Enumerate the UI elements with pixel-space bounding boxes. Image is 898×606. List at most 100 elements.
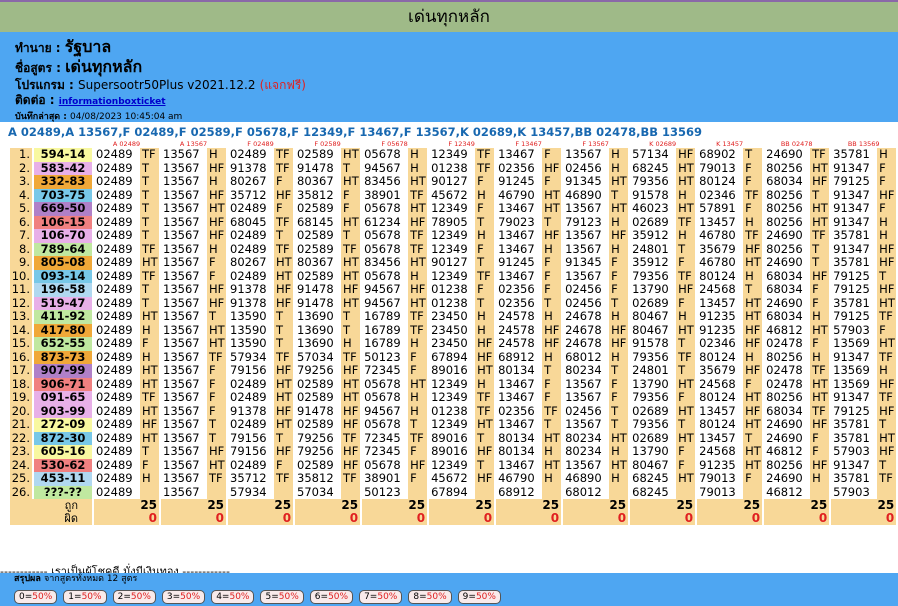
formula-digits: 79013 bbox=[697, 472, 742, 486]
formula-digits: 13467 bbox=[496, 242, 541, 256]
hit-tag: HT bbox=[341, 175, 361, 189]
formula-digits: 13567 bbox=[161, 472, 206, 486]
formula-digits: 68034 bbox=[764, 269, 809, 283]
formula-digits: 13567 bbox=[161, 229, 206, 243]
row-index: 18. bbox=[10, 377, 32, 391]
formula-digits: 02478 bbox=[764, 364, 809, 378]
digit-pill-2[interactable]: 2=50% bbox=[112, 590, 156, 604]
pill-percent: 50% bbox=[130, 592, 151, 602]
column-header: F 13567 bbox=[563, 140, 629, 148]
formula-digits: 89016 bbox=[429, 445, 474, 459]
table-row: 18. 906-71 02489 HT 13567 F 02489 HT 02589 HT 0567… bbox=[10, 377, 897, 391]
table-row: 2. 583-42 02489 T 13567 HF 91378 TF 91478 T 94567 H… bbox=[10, 161, 897, 175]
formula-digits: 02356 bbox=[496, 296, 541, 310]
hit-tag: H bbox=[877, 364, 897, 378]
formula-digits: 80467 bbox=[630, 310, 675, 324]
hit-tag: F bbox=[542, 269, 562, 283]
formula-digits: 13569 bbox=[831, 377, 876, 391]
hit-tag: F bbox=[877, 323, 897, 337]
digit-pill-4[interactable]: 4=50% bbox=[211, 590, 255, 604]
wrong-count: 0 bbox=[563, 512, 629, 525]
hit-tag: HT bbox=[676, 404, 696, 418]
digit-pill-6[interactable]: 6=50% bbox=[309, 590, 354, 604]
formula-digits: 46780 bbox=[697, 256, 742, 270]
formula-digits: 24801 bbox=[630, 364, 675, 378]
formula-digits: 13690 bbox=[295, 337, 340, 351]
digit-pill-3[interactable]: 3=50% bbox=[161, 590, 206, 604]
row-index: 22. bbox=[10, 431, 32, 445]
pill-percent: 50% bbox=[278, 592, 299, 602]
digit-pills: 0=50% 1=50% 2=50% 3=50% 4=50% 5=50% 6=50% 7=50%… bbox=[14, 584, 884, 604]
table-row: 22. 872-30 02489 HT 13567 T 79156 T 79256 TF 72345… bbox=[10, 431, 897, 445]
formula-digits: 02489 bbox=[228, 242, 273, 256]
formula-digits: 91378 bbox=[228, 296, 273, 310]
digit-pill-0[interactable]: 0=50% bbox=[14, 590, 58, 604]
hit-tag: F bbox=[810, 283, 830, 297]
hit-tag: HT bbox=[140, 377, 160, 391]
formula-digits: 13467 bbox=[496, 229, 541, 243]
hit-tag: HF bbox=[743, 404, 763, 418]
contact-link[interactable]: informationboxticket bbox=[59, 97, 166, 107]
digit-pill-1[interactable]: 1=50% bbox=[63, 590, 107, 604]
formula-digits: 02478 bbox=[764, 377, 809, 391]
wrong-count: 0 bbox=[228, 512, 294, 525]
formula-digits: 02489 bbox=[94, 431, 138, 445]
formula-digits: 01238 bbox=[429, 283, 474, 297]
formula-digits: 35781 bbox=[831, 148, 876, 162]
formula-digits: 80124 bbox=[697, 175, 742, 189]
formula-digits: 35812 bbox=[295, 188, 340, 202]
row-index: 23. bbox=[10, 445, 32, 459]
right-count: 25 bbox=[764, 499, 830, 512]
draw-result: ???-?? bbox=[34, 485, 92, 499]
hit-tag: TF bbox=[207, 472, 227, 486]
hit-tag: F bbox=[743, 175, 763, 189]
formula-digits: 79156 bbox=[228, 431, 273, 445]
formula-digits: 02589 bbox=[295, 269, 340, 283]
hit-tag: HT bbox=[207, 202, 227, 216]
formula-digits: 02356 bbox=[496, 404, 541, 418]
hit-tag: HT bbox=[810, 377, 830, 391]
hit-tag: TF bbox=[408, 431, 428, 445]
formula-digits: 91235 bbox=[697, 458, 742, 472]
hit-tag: H bbox=[475, 229, 495, 243]
formula-digits: 24578 bbox=[496, 323, 541, 337]
formula-digits: 91578 bbox=[630, 188, 675, 202]
formula-digits: 02589 bbox=[295, 391, 340, 405]
hit-tag: T bbox=[274, 337, 294, 351]
hit-tag: T bbox=[140, 188, 160, 202]
hit-tag: T bbox=[676, 337, 696, 351]
hit-tag: H bbox=[609, 161, 629, 175]
formula-digits: 80124 bbox=[697, 350, 742, 364]
formula-digits: 02589 bbox=[295, 458, 340, 472]
hit-tag: TF bbox=[475, 161, 495, 175]
digit-pill-9[interactable]: 9=50% bbox=[457, 590, 501, 604]
hit-tag: F bbox=[341, 188, 361, 202]
formula-digits: 02489 bbox=[94, 404, 138, 418]
column-header: F 12349 bbox=[429, 140, 495, 148]
hit-tag: HF bbox=[140, 418, 160, 432]
hit-tag: F bbox=[140, 458, 160, 472]
formula-digits: 13567 bbox=[161, 350, 206, 364]
hit-tag: HF bbox=[475, 445, 495, 459]
hit-tag: T bbox=[810, 256, 830, 270]
formula-digits: 94567 bbox=[362, 161, 407, 175]
table-row: 16. 873-73 02489 H 13567 TF 57934 TF 57034 TF 5012… bbox=[10, 350, 897, 364]
wrong-count: 0 bbox=[295, 512, 361, 525]
column-header: F 02489 bbox=[228, 140, 294, 148]
formula-digits: 79023 bbox=[496, 215, 541, 229]
row-index: 14. bbox=[10, 323, 32, 337]
row-index: 16. bbox=[10, 350, 32, 364]
hit-tag: H bbox=[140, 350, 160, 364]
hit-tag: HF bbox=[810, 269, 830, 283]
formula-digits: 80124 bbox=[697, 269, 742, 283]
hit-tag: HF bbox=[274, 283, 294, 297]
digit-pill-8[interactable]: 8=50% bbox=[408, 590, 452, 604]
hit-tag: HF bbox=[542, 229, 562, 243]
hit-tag: HT bbox=[207, 337, 227, 351]
digit-pill-7[interactable]: 7=50% bbox=[359, 590, 403, 604]
pill-percent: 50% bbox=[32, 592, 53, 602]
digit-pill-5[interactable]: 5=50% bbox=[260, 590, 304, 604]
row-index: 11. bbox=[10, 283, 32, 297]
formula-digits: 13467 bbox=[496, 458, 541, 472]
hit-tag: T bbox=[408, 418, 428, 432]
